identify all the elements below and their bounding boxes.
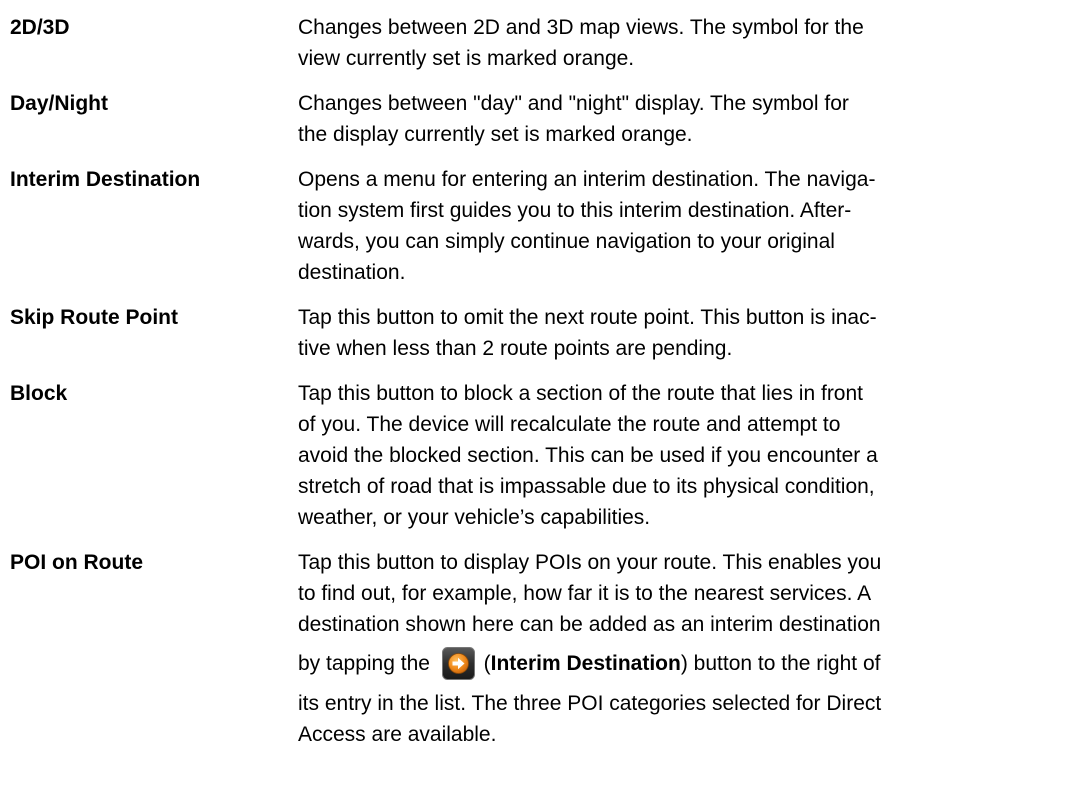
entry-block: Block Tap this button to block a section… [10, 378, 1058, 533]
paren-close: ) [680, 652, 688, 675]
desc-line: its entry in the list. The three POI cat… [298, 692, 882, 715]
desc-line-with-button: by tapping the (Interim Destination) but… [298, 643, 1058, 685]
entry-interim-destination: Interim Destination Opens a menu for ent… [10, 164, 1058, 288]
term-skip-route-point: Skip Route Point [10, 306, 178, 329]
desc-line: avoid the blocked section. This can be u… [298, 444, 878, 467]
entry-2d-3d: 2D/3D Changes between 2D and 3D map view… [10, 12, 1058, 74]
interim-destination-label: Interim Destination [490, 652, 681, 675]
desc-poi-on-route: Tap this button to display POIs on your … [298, 547, 1058, 750]
desc-line: stretch of road that is impassable due t… [298, 475, 875, 498]
desc-day-night: Changes between "day" and "night" displa… [298, 88, 1058, 150]
desc-interim-destination: Opens a menu for entering an interim des… [298, 164, 1058, 288]
paren-open: ( [483, 652, 491, 675]
desc-line: Tap this button to omit the next route p… [298, 306, 877, 329]
desc-line: weather, or your vehicle’s capabilities. [298, 506, 651, 529]
interim-destination-arrow-icon [441, 647, 475, 680]
desc-2d-3d: Changes between 2D and 3D map views. The… [298, 12, 1058, 74]
desc-line: tion system first guides you to this int… [298, 199, 852, 222]
term-day-night: Day/Night [10, 92, 109, 115]
desc-line: Tap this button to display POIs on your … [298, 551, 882, 574]
desc-line: destination shown here can be added as a… [298, 613, 881, 636]
desc-line: Tap this button to block a section of th… [298, 382, 864, 405]
desc-line: tive when less than 2 route points are p… [298, 337, 733, 360]
desc-line: the display currently set is marked oran… [298, 123, 693, 146]
term-interim-destination: Interim Destination [10, 168, 201, 191]
desc-line: wards, you can simply continue navigatio… [298, 230, 835, 253]
term-2d-3d: 2D/3D [10, 16, 70, 39]
desc-text-before-button: by tapping the [298, 652, 430, 675]
desc-block: Tap this button to block a section of th… [298, 378, 1058, 533]
entry-skip-route-point: Skip Route Point Tap this button to omit… [10, 302, 1058, 364]
interim-destination-arrow-icon-svg [441, 647, 475, 680]
term-block: Block [10, 382, 68, 405]
desc-line: destination. [298, 261, 406, 284]
desc-line: Changes between 2D and 3D map views. The… [298, 16, 864, 39]
term-poi-on-route: POI on Route [10, 551, 143, 574]
desc-line: Changes between "day" and "night" displa… [298, 92, 849, 115]
desc-skip-route-point: Tap this button to omit the next route p… [298, 302, 1058, 364]
desc-line: Access are available. [298, 723, 497, 746]
entry-day-night: Day/Night Changes between "day" and "nig… [10, 88, 1058, 150]
desc-line: to find out, for example, how far it is … [298, 582, 872, 605]
desc-line: Opens a menu for entering an interim des… [298, 168, 876, 191]
entry-poi-on-route: POI on Route Tap this button to display … [10, 547, 1058, 750]
desc-text-after-button: button to the right of [693, 652, 881, 675]
desc-line: of you. The device will recalculate the … [298, 413, 841, 436]
desc-line: view currently set is marked orange. [298, 47, 635, 70]
